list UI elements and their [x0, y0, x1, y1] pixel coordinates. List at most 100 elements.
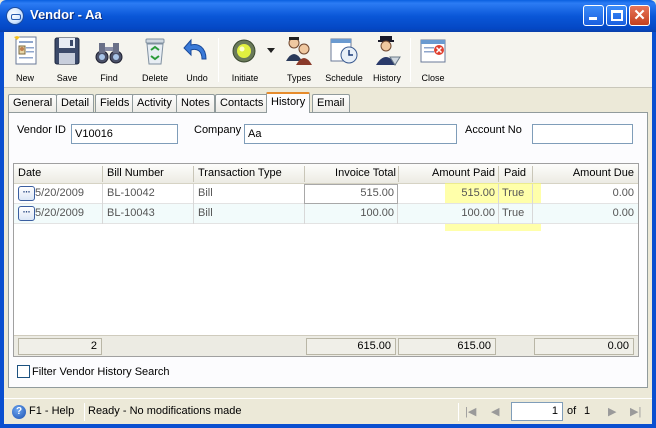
column-header-date[interactable]: Date — [18, 167, 41, 179]
initiate-button[interactable]: Initiate — [224, 34, 266, 86]
filter-label: Filter Vendor History Search — [32, 366, 170, 378]
initiate-dropdown[interactable] — [266, 34, 276, 86]
cell-divider — [498, 184, 499, 204]
close-button[interactable]: Close — [416, 34, 450, 86]
traffic-light-icon — [232, 39, 256, 63]
column-separator — [532, 166, 533, 182]
recycle-bin-icon — [145, 38, 165, 65]
column-header-amount-due[interactable]: Amount Due — [534, 167, 634, 179]
tab-strip: General Detail Fields Activity Notes Con… — [4, 92, 652, 113]
types-button[interactable]: Types — [280, 34, 318, 86]
tab-fields[interactable]: Fields — [95, 94, 135, 112]
status-bar: ? F1 - Help Ready - No modifications mad… — [4, 398, 652, 424]
tab-email[interactable]: Email — [312, 94, 350, 112]
status-separator — [458, 403, 459, 421]
vendor-id-field[interactable]: V10016 — [71, 124, 178, 144]
find-label: Find — [100, 73, 118, 83]
tab-notes[interactable]: Notes — [176, 94, 215, 112]
cell-divider — [532, 204, 533, 224]
column-header-paid[interactable]: Paid — [504, 167, 526, 179]
column-header-bill-number[interactable]: Bill Number — [107, 167, 164, 179]
company-field[interactable]: Aa — [244, 124, 457, 144]
account-no-label: Account No — [465, 124, 522, 136]
toolbar-separator — [218, 38, 219, 82]
next-page-icon[interactable]: ▶ — [608, 405, 616, 418]
table-row[interactable]: ··· 5/20/2009 BL-10043 Bill 100.00 100.0… — [14, 204, 638, 224]
history-label: History — [372, 73, 401, 83]
cell-date: 5/20/2009 — [35, 207, 84, 219]
footer-amount-paid: 615.00 — [398, 338, 496, 355]
column-header-transaction-type[interactable]: Transaction Type — [198, 167, 282, 179]
cell-transaction-type: Bill — [198, 207, 213, 219]
tab-detail[interactable]: Detail — [56, 94, 95, 112]
page-of-label: of — [567, 405, 577, 417]
first-page-icon[interactable]: |◀ — [465, 405, 476, 418]
cell-amount-paid: 515.00 — [461, 187, 495, 199]
column-header-invoice-total[interactable]: Invoice Total — [306, 167, 396, 179]
history-grid: Date Bill Number Transaction Type Invoic… — [13, 163, 639, 357]
prev-page-icon[interactable]: ◀ — [491, 405, 499, 418]
cell-transaction-type: Bill — [198, 187, 213, 199]
cell-date: 5/20/2009 — [35, 187, 84, 199]
footer-amount-due: 0.00 — [534, 338, 634, 355]
total-pages: 1 — [584, 405, 591, 417]
close-window-button[interactable]: ✕ — [629, 5, 650, 26]
company-label: Company — [194, 124, 242, 136]
cell-divider — [532, 184, 533, 204]
schedule-icon — [330, 38, 358, 64]
vendor-id-label: Vendor ID — [17, 124, 66, 136]
cell-divider — [193, 204, 194, 224]
find-button[interactable]: Find — [92, 34, 126, 86]
page-number-input[interactable]: 1 — [511, 402, 563, 421]
cell-bill-number: BL-10042 — [107, 187, 155, 199]
history-button[interactable]: History — [368, 34, 406, 86]
maximize-button[interactable] — [606, 5, 627, 26]
close-icon: ✕ — [633, 7, 646, 24]
cell-amount-due: 0.00 — [612, 207, 634, 219]
tab-general[interactable]: General — [8, 94, 58, 112]
vendor-app-icon — [6, 7, 24, 25]
filter-checkbox[interactable] — [17, 365, 30, 378]
footer-count: 2 — [18, 338, 102, 355]
maximize-icon — [611, 10, 623, 21]
new-icon — [14, 36, 37, 65]
new-label: New — [15, 73, 34, 83]
column-header-amount-paid[interactable]: Amount Paid — [400, 167, 495, 179]
chevron-down-icon — [267, 48, 275, 53]
cell-amount-paid: 100.00 — [461, 207, 495, 219]
delete-button[interactable]: Delete — [136, 34, 174, 86]
footer-invoice-total: 615.00 — [306, 338, 396, 355]
save-button[interactable]: Save — [50, 34, 84, 86]
schedule-button[interactable]: Schedule — [322, 34, 366, 86]
help-text[interactable]: F1 - Help — [29, 405, 74, 417]
binoculars-icon — [95, 43, 123, 64]
undo-button[interactable]: Undo — [180, 34, 214, 86]
cell-divider — [193, 184, 194, 204]
title-bar[interactable]: Vendor - Aa ✕ — [0, 0, 656, 32]
tab-activity[interactable]: Activity — [132, 94, 177, 112]
people-icon — [286, 37, 312, 65]
help-icon[interactable]: ? — [12, 405, 26, 419]
tab-history[interactable]: History — [266, 92, 311, 113]
tab-contacts[interactable]: Contacts — [215, 94, 269, 112]
grid-header: Date Bill Number Transaction Type Invoic… — [14, 164, 638, 184]
last-page-icon[interactable]: ▶| — [630, 405, 641, 418]
account-no-field[interactable] — [532, 124, 633, 144]
new-button[interactable]: New — [8, 34, 42, 86]
save-icon — [54, 37, 80, 65]
save-label: Save — [56, 73, 78, 83]
cell-paid: True — [502, 187, 525, 199]
minimize-button[interactable] — [583, 5, 604, 26]
schedule-label: Schedule — [325, 73, 363, 83]
column-separator — [398, 166, 399, 182]
cell-divider — [498, 204, 499, 224]
column-separator — [102, 166, 103, 182]
column-separator — [304, 166, 305, 182]
row-detail-button[interactable]: ··· — [18, 186, 35, 201]
delete-label: Delete — [141, 73, 168, 83]
undo-icon — [183, 38, 207, 60]
types-label: Types — [286, 73, 311, 83]
row-detail-button[interactable]: ··· — [18, 206, 35, 221]
initiate-label: Initiate — [231, 73, 259, 83]
table-row[interactable]: ··· 5/20/2009 BL-10042 Bill 515.00 515.0… — [14, 184, 638, 204]
